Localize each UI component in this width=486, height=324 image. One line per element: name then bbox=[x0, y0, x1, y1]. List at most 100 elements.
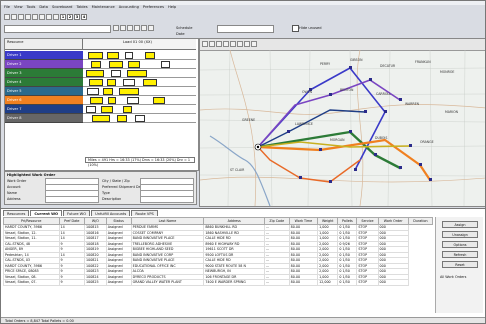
unassign-button[interactable]: Unassign bbox=[442, 231, 478, 238]
schedule-block[interactable] bbox=[128, 61, 140, 68]
tab-resources[interactable]: Resources bbox=[3, 210, 30, 216]
reset-button[interactable]: Reset bbox=[442, 261, 478, 268]
map-layer-icon[interactable] bbox=[237, 41, 243, 47]
schedule-block[interactable] bbox=[119, 88, 139, 95]
zoom-out-icon[interactable] bbox=[120, 25, 126, 31]
column-header[interactable]: Last Name bbox=[130, 217, 205, 225]
map-zoom-out-icon[interactable] bbox=[209, 41, 215, 47]
details-field-input[interactable] bbox=[45, 196, 99, 203]
schedule-block[interactable] bbox=[107, 52, 119, 59]
schedule-block[interactable] bbox=[107, 79, 116, 86]
resource-row[interactable]: Driver 6 bbox=[5, 96, 83, 105]
column-header[interactable]: Work Time bbox=[288, 217, 319, 225]
tab-unfulfill-accounts[interactable]: Unfulfill Accounts bbox=[91, 210, 131, 216]
column-header[interactable]: Status bbox=[105, 217, 132, 225]
schedule-block[interactable] bbox=[111, 70, 121, 77]
menu-item-accounting[interactable]: Accounting bbox=[119, 5, 139, 10]
column-header[interactable]: Address bbox=[203, 217, 265, 225]
column-header[interactable]: Service bbox=[356, 217, 379, 225]
column-header[interactable]: Work Order bbox=[377, 217, 409, 225]
resource-row[interactable]: Driver 8 bbox=[5, 114, 83, 123]
toolbar-number-3[interactable]: 3 bbox=[74, 13, 80, 20]
menu-item-data[interactable]: Data bbox=[39, 5, 48, 10]
filter-icon[interactable] bbox=[46, 13, 52, 20]
schedule-block[interactable] bbox=[88, 52, 103, 59]
column-header[interactable]: Zip Code bbox=[263, 217, 290, 225]
menu-item-tools[interactable]: Tools bbox=[27, 5, 36, 10]
menu-item-view[interactable]: View bbox=[14, 5, 23, 10]
menu-item-file[interactable]: File bbox=[4, 5, 10, 10]
schedule-block[interactable] bbox=[87, 88, 99, 95]
schedule-block[interactable] bbox=[101, 106, 113, 113]
resource-row[interactable]: Driver 5 bbox=[5, 87, 83, 96]
column-header[interactable]: Duration bbox=[407, 217, 434, 225]
schedule-block[interactable] bbox=[109, 61, 123, 68]
column-header[interactable]: W/O bbox=[84, 217, 107, 225]
menu-item-tables[interactable]: Tables bbox=[76, 5, 87, 10]
map-zoom-in-icon[interactable] bbox=[202, 41, 208, 47]
schedule-block[interactable] bbox=[89, 79, 103, 86]
schedule-block[interactable] bbox=[90, 97, 103, 104]
select-icon[interactable] bbox=[127, 25, 133, 31]
schedule-block[interactable] bbox=[108, 97, 116, 104]
tab-current-wo[interactable]: Current WO bbox=[30, 210, 63, 216]
resource-row[interactable]: Driver 4 bbox=[5, 78, 83, 87]
details-field-input[interactable] bbox=[140, 196, 194, 203]
resource-row[interactable]: Driver 7 bbox=[5, 105, 83, 114]
options-button[interactable]: Options bbox=[442, 241, 478, 248]
map-pan-icon[interactable] bbox=[216, 41, 222, 47]
schedule-block[interactable] bbox=[143, 79, 157, 86]
schedule-block[interactable] bbox=[161, 61, 170, 68]
tab-route-vps[interactable]: Route VPS bbox=[131, 210, 158, 216]
schedule-block[interactable] bbox=[145, 52, 155, 59]
tab-future-wo[interactable]: Future WO bbox=[63, 210, 91, 216]
schedule-block[interactable] bbox=[92, 115, 110, 122]
map-print-icon[interactable] bbox=[244, 41, 250, 47]
toolbar-number-2[interactable]: 2 bbox=[67, 13, 73, 20]
route-map[interactable]: PERRY GIBSON DECATUR FRANKLIN MONROE OWEN BENT… bbox=[199, 38, 485, 207]
calendar-icon[interactable] bbox=[32, 13, 38, 20]
hide-unused-checkbox[interactable] bbox=[292, 25, 299, 32]
menu-item-help[interactable]: Help bbox=[168, 5, 176, 10]
schedule-block[interactable] bbox=[86, 70, 104, 77]
table-row[interactable]: Vessel, Station, 07. 9 100825 Assigned GRAND… bbox=[3, 279, 433, 286]
map-settings-icon[interactable] bbox=[251, 41, 257, 47]
save-icon[interactable] bbox=[18, 13, 24, 20]
schedule-block[interactable] bbox=[125, 52, 133, 59]
map-icon[interactable] bbox=[53, 13, 59, 20]
menu-item-preferences[interactable]: Preferences bbox=[143, 5, 164, 10]
resource-row[interactable]: Driver 2 bbox=[5, 60, 83, 69]
refresh-button[interactable]: Refresh bbox=[442, 251, 478, 258]
schedule-block[interactable] bbox=[103, 88, 113, 95]
schedule-block[interactable] bbox=[91, 61, 101, 68]
schedule-block[interactable] bbox=[127, 70, 147, 77]
refresh-icon[interactable] bbox=[39, 13, 45, 20]
schedule-date-input[interactable] bbox=[217, 25, 274, 33]
menu-item-scoreboard[interactable]: Scoreboard bbox=[52, 5, 72, 10]
assign-button[interactable]: Assign bbox=[442, 221, 478, 228]
resource-selector[interactable] bbox=[4, 25, 111, 33]
resource-row[interactable]: Driver 3 bbox=[5, 69, 83, 78]
open-folder-icon[interactable] bbox=[11, 13, 17, 20]
toolbar-number-1[interactable]: 1 bbox=[60, 13, 66, 20]
stop-icon[interactable] bbox=[141, 25, 147, 31]
schedule-block[interactable] bbox=[86, 106, 96, 113]
column-header[interactable]: Weight bbox=[317, 217, 339, 225]
column-header[interactable]: Pri/Resource bbox=[3, 217, 60, 225]
schedule-block[interactable] bbox=[153, 97, 165, 104]
pan-icon[interactable] bbox=[134, 25, 140, 31]
menu-item-maintenance[interactable]: Maintenance bbox=[92, 5, 115, 10]
clock-icon[interactable] bbox=[148, 25, 154, 31]
schedule-block[interactable] bbox=[135, 115, 145, 122]
column-header[interactable]: Pallets bbox=[337, 217, 358, 225]
map-route-icon[interactable] bbox=[230, 41, 236, 47]
schedule-block[interactable] bbox=[123, 106, 132, 113]
print-icon[interactable] bbox=[25, 13, 31, 20]
schedule-block[interactable] bbox=[127, 97, 139, 104]
map-select-icon[interactable] bbox=[223, 41, 229, 47]
resource-row[interactable]: Driver 1 bbox=[5, 51, 83, 60]
new-file-icon[interactable] bbox=[4, 13, 10, 20]
toolbar-number-4[interactable]: 4 bbox=[81, 13, 87, 20]
column-header[interactable]: Pref Date bbox=[58, 217, 86, 225]
schedule-block[interactable] bbox=[117, 115, 127, 122]
